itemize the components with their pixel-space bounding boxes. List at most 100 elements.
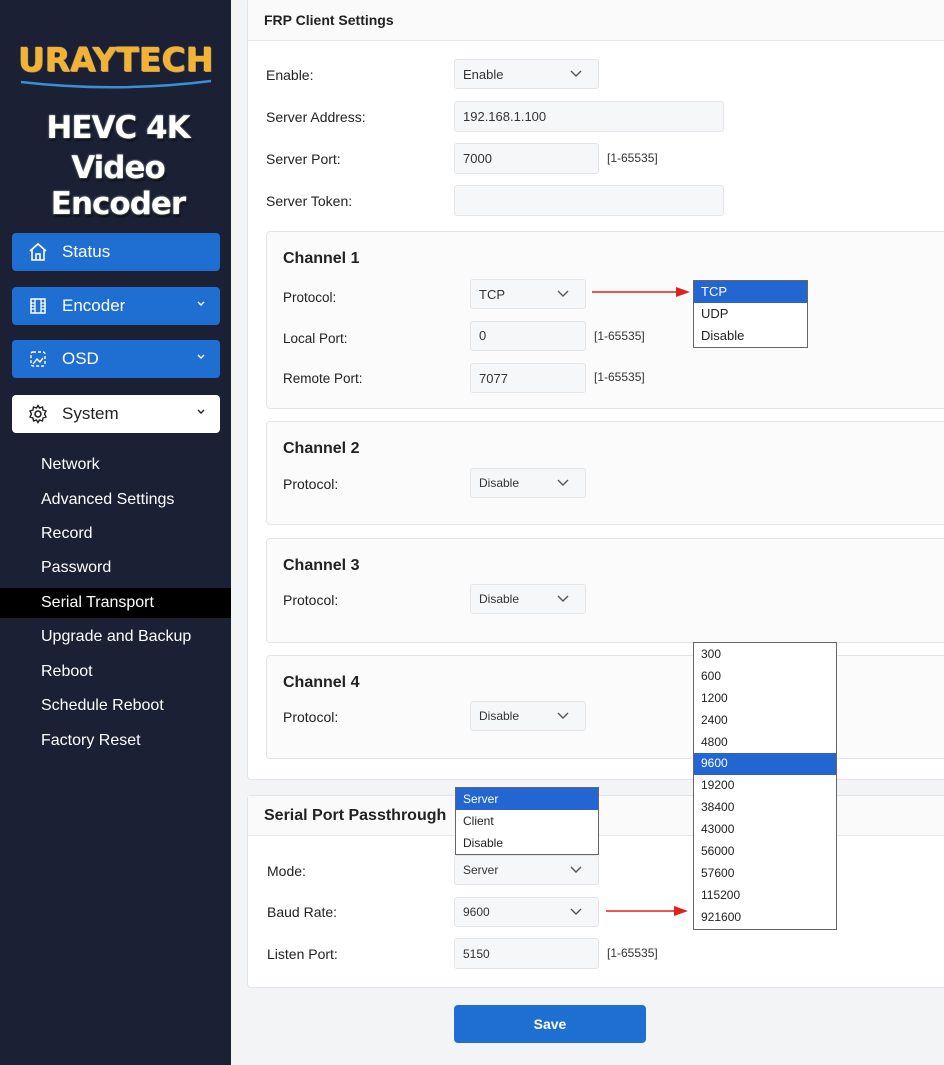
- server-token-label: Server Token:: [266, 193, 353, 209]
- mode-dropdown: Server Client Disable: [455, 787, 599, 855]
- nav-status-label: Status: [62, 242, 111, 261]
- dropdown-option[interactable]: 38400: [694, 797, 836, 819]
- sidebar-item-factory-reset[interactable]: Factory Reset: [0, 726, 231, 756]
- channel-1-protocol-select[interactable]: TCP: [470, 279, 586, 309]
- sidebar-item-password[interactable]: Password: [0, 553, 231, 583]
- channel-4-title: Channel 4: [283, 674, 360, 691]
- channel-4-protocol-select[interactable]: Disable: [470, 701, 586, 731]
- server-address-input[interactable]: 192.168.1.100: [454, 101, 724, 132]
- dropdown-option[interactable]: 43000: [694, 819, 836, 841]
- film-icon: [28, 296, 48, 316]
- dropdown-option[interactable]: 921600: [694, 907, 836, 929]
- logo-text: URAYTECH: [17, 40, 214, 79]
- baud-rate-value: 9600: [463, 905, 490, 919]
- listen-port-input[interactable]: 5150: [454, 938, 599, 969]
- save-button[interactable]: Save: [454, 1005, 646, 1043]
- image-icon: [28, 349, 48, 369]
- channel-2-protocol-label: Protocol:: [283, 476, 339, 492]
- listen-port-label: Listen Port:: [267, 946, 338, 962]
- mode-label: Mode:: [267, 863, 306, 879]
- chevron-down-icon: [197, 409, 205, 414]
- channel-1-remote-port-range: [1-65535]: [594, 370, 645, 384]
- sidebar: URAYTECH HEVC 4K Video Encoder Status En…: [0, 0, 231, 1065]
- mode-select[interactable]: Server: [454, 855, 599, 885]
- chevron-down-icon: [557, 712, 569, 719]
- channel-1-title: Channel 1: [283, 250, 360, 267]
- home-icon: [28, 242, 48, 262]
- chevron-down-icon: [197, 354, 205, 359]
- channel-3-protocol-label: Protocol:: [283, 592, 339, 608]
- server-port-range: [1-65535]: [607, 151, 658, 165]
- channel-4-protocol-label: Protocol:: [283, 709, 339, 725]
- chevron-down-icon: [197, 301, 205, 306]
- annotation-arrow-icon: [606, 906, 688, 916]
- server-address-label: Server Address:: [266, 109, 366, 125]
- sidebar-item-serial-transport[interactable]: Serial Transport: [0, 588, 231, 618]
- annotation-arrow-icon: [592, 287, 690, 297]
- logo-swoosh-icon: [20, 79, 211, 89]
- dropdown-option[interactable]: Client: [456, 810, 598, 832]
- dropdown-option[interactable]: Server: [456, 788, 598, 810]
- enable-value: Enable: [463, 66, 504, 82]
- dropdown-option[interactable]: Disable: [694, 325, 807, 347]
- dropdown-option[interactable]: 56000: [694, 841, 836, 863]
- dropdown-option[interactable]: 115200: [694, 885, 836, 907]
- nav-osd[interactable]: OSD: [12, 340, 220, 378]
- chevron-down-icon: [557, 595, 569, 602]
- mode-value: Server: [463, 863, 499, 877]
- product-title-line2: Video Encoder: [50, 150, 186, 222]
- enable-select[interactable]: Enable: [454, 59, 599, 89]
- dropdown-option[interactable]: 300: [694, 644, 836, 666]
- channel-3-protocol-select[interactable]: Disable: [470, 584, 586, 614]
- channel-3-box: Channel 3: [266, 538, 944, 643]
- nav-encoder[interactable]: Encoder: [12, 287, 220, 325]
- sidebar-item-upgrade-and-backup[interactable]: Upgrade and Backup: [0, 622, 231, 652]
- server-port-label: Server Port:: [266, 151, 341, 167]
- dropdown-option[interactable]: 19200: [694, 775, 836, 797]
- dropdown-option[interactable]: 57600: [694, 863, 836, 885]
- channel-1-protocol-dropdown: TCP UDP Disable: [693, 280, 808, 348]
- nav-status[interactable]: Status: [12, 233, 220, 271]
- channel-1-protocol-label: Protocol:: [283, 290, 337, 305]
- channel-1-remote-port-input[interactable]: 7077: [470, 363, 586, 393]
- chevron-down-icon: [557, 479, 569, 486]
- channel-3-title: Channel 3: [283, 557, 360, 574]
- channel-4-protocol-value: Disable: [479, 709, 520, 723]
- dropdown-option[interactable]: 600: [694, 666, 836, 688]
- channel-3-protocol-value: Disable: [479, 592, 520, 606]
- channel-1-local-port-range: [1-65535]: [594, 329, 645, 343]
- dropdown-option[interactable]: UDP: [694, 303, 807, 325]
- channel-2-protocol-value: Disable: [479, 476, 520, 490]
- dropdown-option[interactable]: 9600: [694, 753, 836, 776]
- chevron-down-icon: [557, 290, 569, 297]
- dropdown-option[interactable]: 4800: [694, 732, 836, 754]
- nav-encoder-label: Encoder: [62, 296, 126, 315]
- baud-rate-select[interactable]: 9600: [454, 897, 599, 927]
- sidebar-item-network[interactable]: Network: [0, 450, 231, 480]
- sidebar-item-schedule-reboot[interactable]: Schedule Reboot: [0, 691, 231, 721]
- listen-port-range: [1-65535]: [607, 946, 658, 960]
- channel-2-box: Channel 2: [266, 421, 944, 525]
- channel-1-local-port-input[interactable]: 0: [470, 321, 586, 351]
- channel-1-protocol-value: TCP: [479, 286, 505, 302]
- server-port-input[interactable]: 7000: [454, 143, 599, 174]
- channel-1-local-port-label: Local Port:: [283, 331, 348, 346]
- sidebar-item-record[interactable]: Record: [0, 519, 231, 549]
- sidebar-item-advanced-settings[interactable]: Advanced Settings: [0, 485, 231, 515]
- baud-rate-dropdown: 300 600 1200 2400 4800 9600 19200 38400 …: [693, 642, 837, 930]
- gear-icon: [28, 404, 48, 424]
- nav-system[interactable]: System: [12, 395, 220, 433]
- enable-label: Enable:: [266, 67, 314, 83]
- sidebar-item-reboot[interactable]: Reboot: [0, 657, 231, 687]
- dropdown-option[interactable]: 2400: [694, 710, 836, 732]
- channel-2-protocol-select[interactable]: Disable: [470, 468, 586, 498]
- nav-system-label: System: [62, 404, 119, 423]
- brand-logo: URAYTECH: [0, 40, 231, 91]
- chevron-down-icon: [570, 908, 582, 915]
- dropdown-option[interactable]: TCP: [694, 281, 807, 303]
- chevron-down-icon: [570, 70, 582, 77]
- server-token-input[interactable]: [454, 185, 724, 216]
- dropdown-option[interactable]: 1200: [694, 688, 836, 710]
- channel-2-title: Channel 2: [283, 440, 360, 457]
- dropdown-option[interactable]: Disable: [456, 832, 598, 854]
